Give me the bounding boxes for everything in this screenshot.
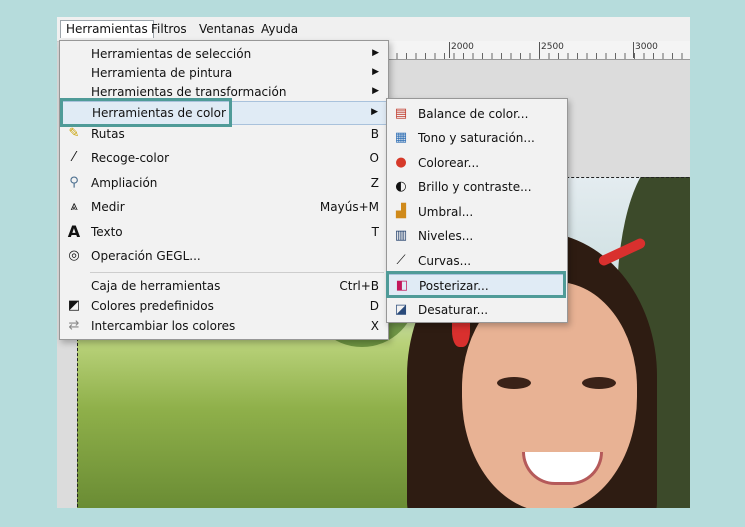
menu-item-texto[interactable]: A Texto T [61,221,387,243]
menu-item-colorear[interactable]: ● Colorear... [388,152,566,174]
menu-item-medir[interactable]: ⩓ Medir Mayús+M [61,196,387,218]
menu-item-shortcut: B [370,127,379,141]
menu-item-label: Brillo y contraste... [418,180,532,194]
menu-item-label: Colores predefinidos [91,299,214,313]
threshold-icon: ▟ [396,204,406,219]
right-eye [582,377,616,389]
menu-item-label: Curvas... [418,254,472,268]
submenu-arrow-icon: ▶ [371,107,378,117]
posterize-icon: ◧ [395,278,409,293]
menu-item-shortcut: X [370,319,379,333]
color-balance-icon: ▤ [394,106,408,121]
menu-item-shortcut: O [369,151,379,165]
gegl-icon: ◎ [68,248,80,263]
menu-item-niveles[interactable]: ▥ Niveles... [388,225,566,247]
submenu-arrow-icon: ▶ [372,86,379,96]
menu-item-label: Posterizar... [419,279,489,293]
menu-item-shortcut: T [371,225,379,239]
menu-item-label: Texto [91,225,123,239]
menu-item-ampliacion[interactable]: ⚲ Ampliación Z [61,172,387,194]
menu-item-shortcut: D [369,299,379,313]
menu-item-brillo-y-contraste[interactable]: ◐ Brillo y contraste... [388,176,566,198]
menu-item-label: Herramientas de transformación [91,85,287,99]
menu-item-tono-y-saturacion[interactable]: ▦ Tono y saturación... [388,127,566,149]
menu-item-desaturar[interactable]: ◪ Desaturar... [388,299,566,321]
menu-item-label: Umbral... [418,205,474,219]
measure-icon: ⩓ [70,199,78,214]
menu-item-label: Operación GEGL... [91,249,201,263]
menu-item-balance-de-color[interactable]: ▤ Balance de color... [388,103,566,125]
color-picker-icon: ⁄ [72,150,76,165]
menu-item-colores-predefinidos[interactable]: ◩ Colores predefinidos D [61,295,387,317]
menu-item-shortcut: Mayús+M [319,200,379,214]
menu-item-recoge-color[interactable]: ⁄ Recoge-color O [61,147,387,169]
menu-item-label: Tono y saturación... [418,131,535,145]
menu-item-label: Herramientas de color [92,106,226,120]
menu-item-shortcut: Z [370,176,379,190]
menu-item-label: Rutas [91,127,125,141]
horizontal-ruler: 2000 2500 3000 [387,41,690,60]
hue-saturation-icon: ▦ [394,130,408,145]
menu-item-label: Balance de color... [418,107,529,121]
menu-ventanas[interactable]: Ventanas [194,21,260,38]
menu-item-label: Recoge-color [91,151,169,165]
menu-item-umbral[interactable]: ▟ Umbral... [388,201,566,223]
gimp-window: Herramientas Filtros Ventanas Ayuda 2000… [57,17,690,508]
menu-item-label: Niveles... [418,229,474,243]
menu-separator [90,272,384,273]
herramientas-de-color-submenu: ▤ Balance de color... ▦ Tono y saturació… [386,98,568,323]
menu-item-rutas[interactable]: ✎ Rutas B [61,123,387,145]
default-colors-icon: ◩ [67,298,81,313]
menu-item-shortcut: Ctrl+B [339,279,379,293]
ruler-tick: 2500 [539,42,564,58]
ruler-tick: 2000 [449,42,474,58]
menu-item-curvas[interactable]: ⟋ Curvas... [388,250,566,272]
menu-bar: Herramientas Filtros Ventanas Ayuda [57,17,690,42]
menu-item-operacion-gegl[interactable]: ◎ Operación GEGL... [61,245,387,267]
levels-icon: ▥ [394,228,408,243]
menu-item-posterizar[interactable]: ◧ Posterizar... [388,274,566,298]
swap-colors-icon: ⇄ [68,318,80,333]
menu-ayuda[interactable]: Ayuda [256,21,303,38]
menu-item-caja-de-herramientas[interactable]: Caja de herramientas Ctrl+B [61,275,387,297]
menu-item-label: Desaturar... [418,303,489,317]
menu-herramientas[interactable]: Herramientas [60,20,154,38]
left-eye [497,377,531,389]
menu-item-label: Colorear... [418,156,480,170]
menu-item-herramientas-de-transformacion[interactable]: Herramientas de transformación ▶ [61,81,387,103]
menu-item-label: Caja de herramientas [91,279,221,293]
colorize-icon: ● [395,155,407,170]
menu-filtros[interactable]: Filtros [146,21,192,38]
text-icon: A [67,222,81,241]
ruler-tick: 3000 [633,42,658,58]
menu-item-intercambiar-colores[interactable]: ⇄ Intercambiar los colores X [61,315,387,337]
desaturate-icon: ◪ [394,302,408,317]
menu-item-label: Ampliación [91,176,158,190]
menu-item-label: Intercambiar los colores [91,319,236,333]
brightness-contrast-icon: ◐ [395,179,407,194]
curves-icon: ⟋ [396,253,406,268]
paths-icon: ✎ [68,126,80,141]
menu-item-label: Medir [91,200,125,214]
herramientas-menu: Herramientas de selección ▶ Herramienta … [59,40,389,340]
zoom-icon: ⚲ [69,175,79,190]
menu-item-herramientas-de-color[interactable]: Herramientas de color ▶ [61,101,387,125]
